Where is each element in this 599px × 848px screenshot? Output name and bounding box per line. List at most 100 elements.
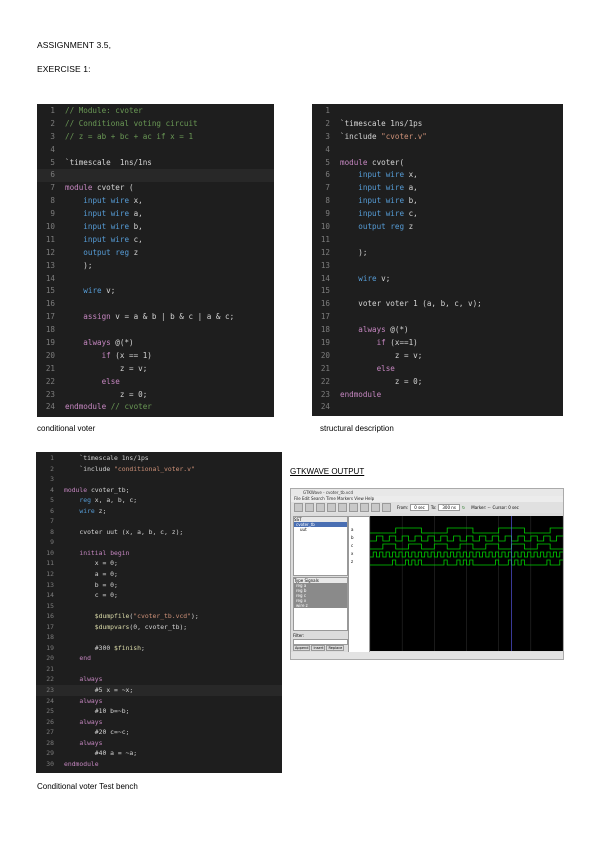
gtkwave-toolbar: From: 0 sec To: 300 ns ↻ Marker: -- Curs… bbox=[291, 502, 563, 513]
zoom-fit-icon[interactable] bbox=[327, 503, 336, 512]
code-line: 23 z = 0; bbox=[37, 389, 274, 402]
to-field[interactable]: 300 ns bbox=[438, 504, 460, 511]
line-number: 4 bbox=[325, 144, 330, 154]
signals-name-column: abcxz bbox=[348, 516, 370, 653]
code-text: input wire x, bbox=[83, 196, 143, 206]
line-number: 21 bbox=[45, 363, 55, 373]
code-text: input wire a, bbox=[83, 209, 143, 219]
code-line: 4 bbox=[37, 144, 274, 157]
code-text: wire v; bbox=[358, 273, 391, 283]
code-text: z = 0; bbox=[340, 376, 423, 386]
paste-icon[interactable] bbox=[316, 503, 325, 512]
code-text: #20 c=~c; bbox=[64, 728, 130, 737]
code-line: 8 input wire b, bbox=[312, 195, 563, 208]
code-line: 6 bbox=[37, 169, 274, 183]
line-number: 17 bbox=[46, 622, 54, 631]
code-text: module cvoter_tb; bbox=[64, 485, 130, 494]
line-number: 12 bbox=[320, 247, 330, 257]
line-number: 27 bbox=[46, 728, 54, 737]
code-line: 17 $dumpvars(0, cvoter_tb); bbox=[36, 622, 282, 633]
line-number: 10 bbox=[320, 222, 330, 232]
line-number: 9 bbox=[50, 209, 55, 219]
code-line: 14 wire v; bbox=[312, 273, 563, 286]
structural-description-caption: structural description bbox=[320, 424, 394, 433]
line-number: 9 bbox=[325, 209, 330, 219]
code-text: ); bbox=[340, 247, 368, 257]
line-number: 19 bbox=[320, 338, 330, 348]
code-text: #5 x = ~x; bbox=[64, 686, 134, 695]
code-line: 14 c = 0; bbox=[36, 590, 282, 601]
from-field[interactable]: 0 sec bbox=[410, 504, 429, 511]
code-text: input wire c, bbox=[358, 209, 418, 219]
line-number: 16 bbox=[320, 299, 330, 309]
line-number: 1 bbox=[50, 454, 54, 462]
insert-button[interactable]: Insert bbox=[311, 645, 326, 651]
wave-signal-name[interactable]: a bbox=[349, 527, 369, 535]
code-text: initial begin bbox=[79, 548, 130, 557]
wave-signal-name[interactable]: z bbox=[349, 559, 369, 567]
code-line: 12 ); bbox=[312, 247, 563, 260]
begin-icon[interactable] bbox=[371, 503, 380, 512]
line-number: 15 bbox=[320, 286, 330, 296]
code-line: 3 // z = ab + bc + ac if x = 1 bbox=[37, 131, 274, 144]
line-number: 17 bbox=[45, 312, 55, 322]
marker-readout: Marker: -- bbox=[471, 505, 491, 510]
code-text: #300 $finish; bbox=[64, 643, 145, 652]
code-text: endmodule // cvoter bbox=[65, 402, 152, 412]
code-text: #40 a = ~a; bbox=[64, 749, 138, 758]
cut-icon[interactable] bbox=[294, 503, 303, 512]
line-number: 5 bbox=[50, 157, 55, 167]
code-text: endmodule bbox=[340, 389, 382, 399]
code-text: b = 0; bbox=[64, 580, 118, 589]
code-line: 21 z = v; bbox=[37, 363, 274, 376]
code-line: 19 #300 $finish; bbox=[36, 643, 282, 654]
wave-signal-name[interactable]: x bbox=[349, 551, 369, 559]
end-icon[interactable] bbox=[382, 503, 391, 512]
conditional-voter-caption: conditional voter bbox=[37, 424, 96, 433]
reload-icon[interactable]: ↻ bbox=[462, 505, 465, 510]
wave-signal-name[interactable]: b bbox=[349, 535, 369, 543]
tree-item-uut[interactable]: uut bbox=[294, 527, 347, 532]
gtkwave-window: GTKWave - cvoter_tb.vcd File Edit Search… bbox=[290, 488, 564, 660]
wave-signal-name[interactable]: c bbox=[349, 543, 369, 551]
append-button[interactable]: Append bbox=[293, 645, 311, 651]
line-number: 19 bbox=[45, 338, 55, 348]
code-line: 22 z = 0; bbox=[312, 376, 563, 389]
zoom-out-icon[interactable] bbox=[349, 503, 358, 512]
line-number: 19 bbox=[46, 643, 54, 652]
code-line: 9 input wire c, bbox=[312, 208, 563, 221]
code-text: always @(*) bbox=[358, 325, 409, 335]
code-text: module cvoter( bbox=[340, 157, 405, 167]
signal-type-row[interactable]: wire z bbox=[294, 603, 347, 608]
code-line: 17 bbox=[312, 311, 563, 324]
line-number: 1 bbox=[50, 106, 55, 115]
code-text: cvoter uut (x, a, b, c, z); bbox=[64, 527, 184, 536]
line-number: 6 bbox=[50, 506, 54, 515]
code-text: ); bbox=[65, 260, 93, 270]
line-number: 6 bbox=[50, 170, 55, 180]
code-line: 11 bbox=[312, 234, 563, 247]
copy-icon[interactable] bbox=[305, 503, 314, 512]
code-line: 14 bbox=[37, 273, 274, 286]
code-line: 5 reg x, a, b, c; bbox=[36, 495, 282, 506]
undo-icon[interactable] bbox=[360, 503, 369, 512]
line-number: 6 bbox=[325, 170, 330, 180]
code-line: 5 module cvoter( bbox=[312, 157, 563, 170]
line-number: 5 bbox=[325, 157, 330, 167]
code-text: always bbox=[79, 717, 103, 726]
exercise-heading: EXERCISE 1: bbox=[37, 64, 91, 74]
waveform-trace-z bbox=[370, 559, 563, 566]
replace-button[interactable]: Replace bbox=[326, 645, 345, 651]
code-text: a = 0; bbox=[64, 570, 118, 579]
code-text: wire z; bbox=[79, 506, 107, 515]
code-text: input wire b, bbox=[83, 222, 143, 232]
zoom-in-icon[interactable] bbox=[338, 503, 347, 512]
waveform-area[interactable] bbox=[369, 516, 563, 651]
line-number: 10 bbox=[46, 548, 54, 557]
code-text: output reg z bbox=[358, 222, 414, 232]
